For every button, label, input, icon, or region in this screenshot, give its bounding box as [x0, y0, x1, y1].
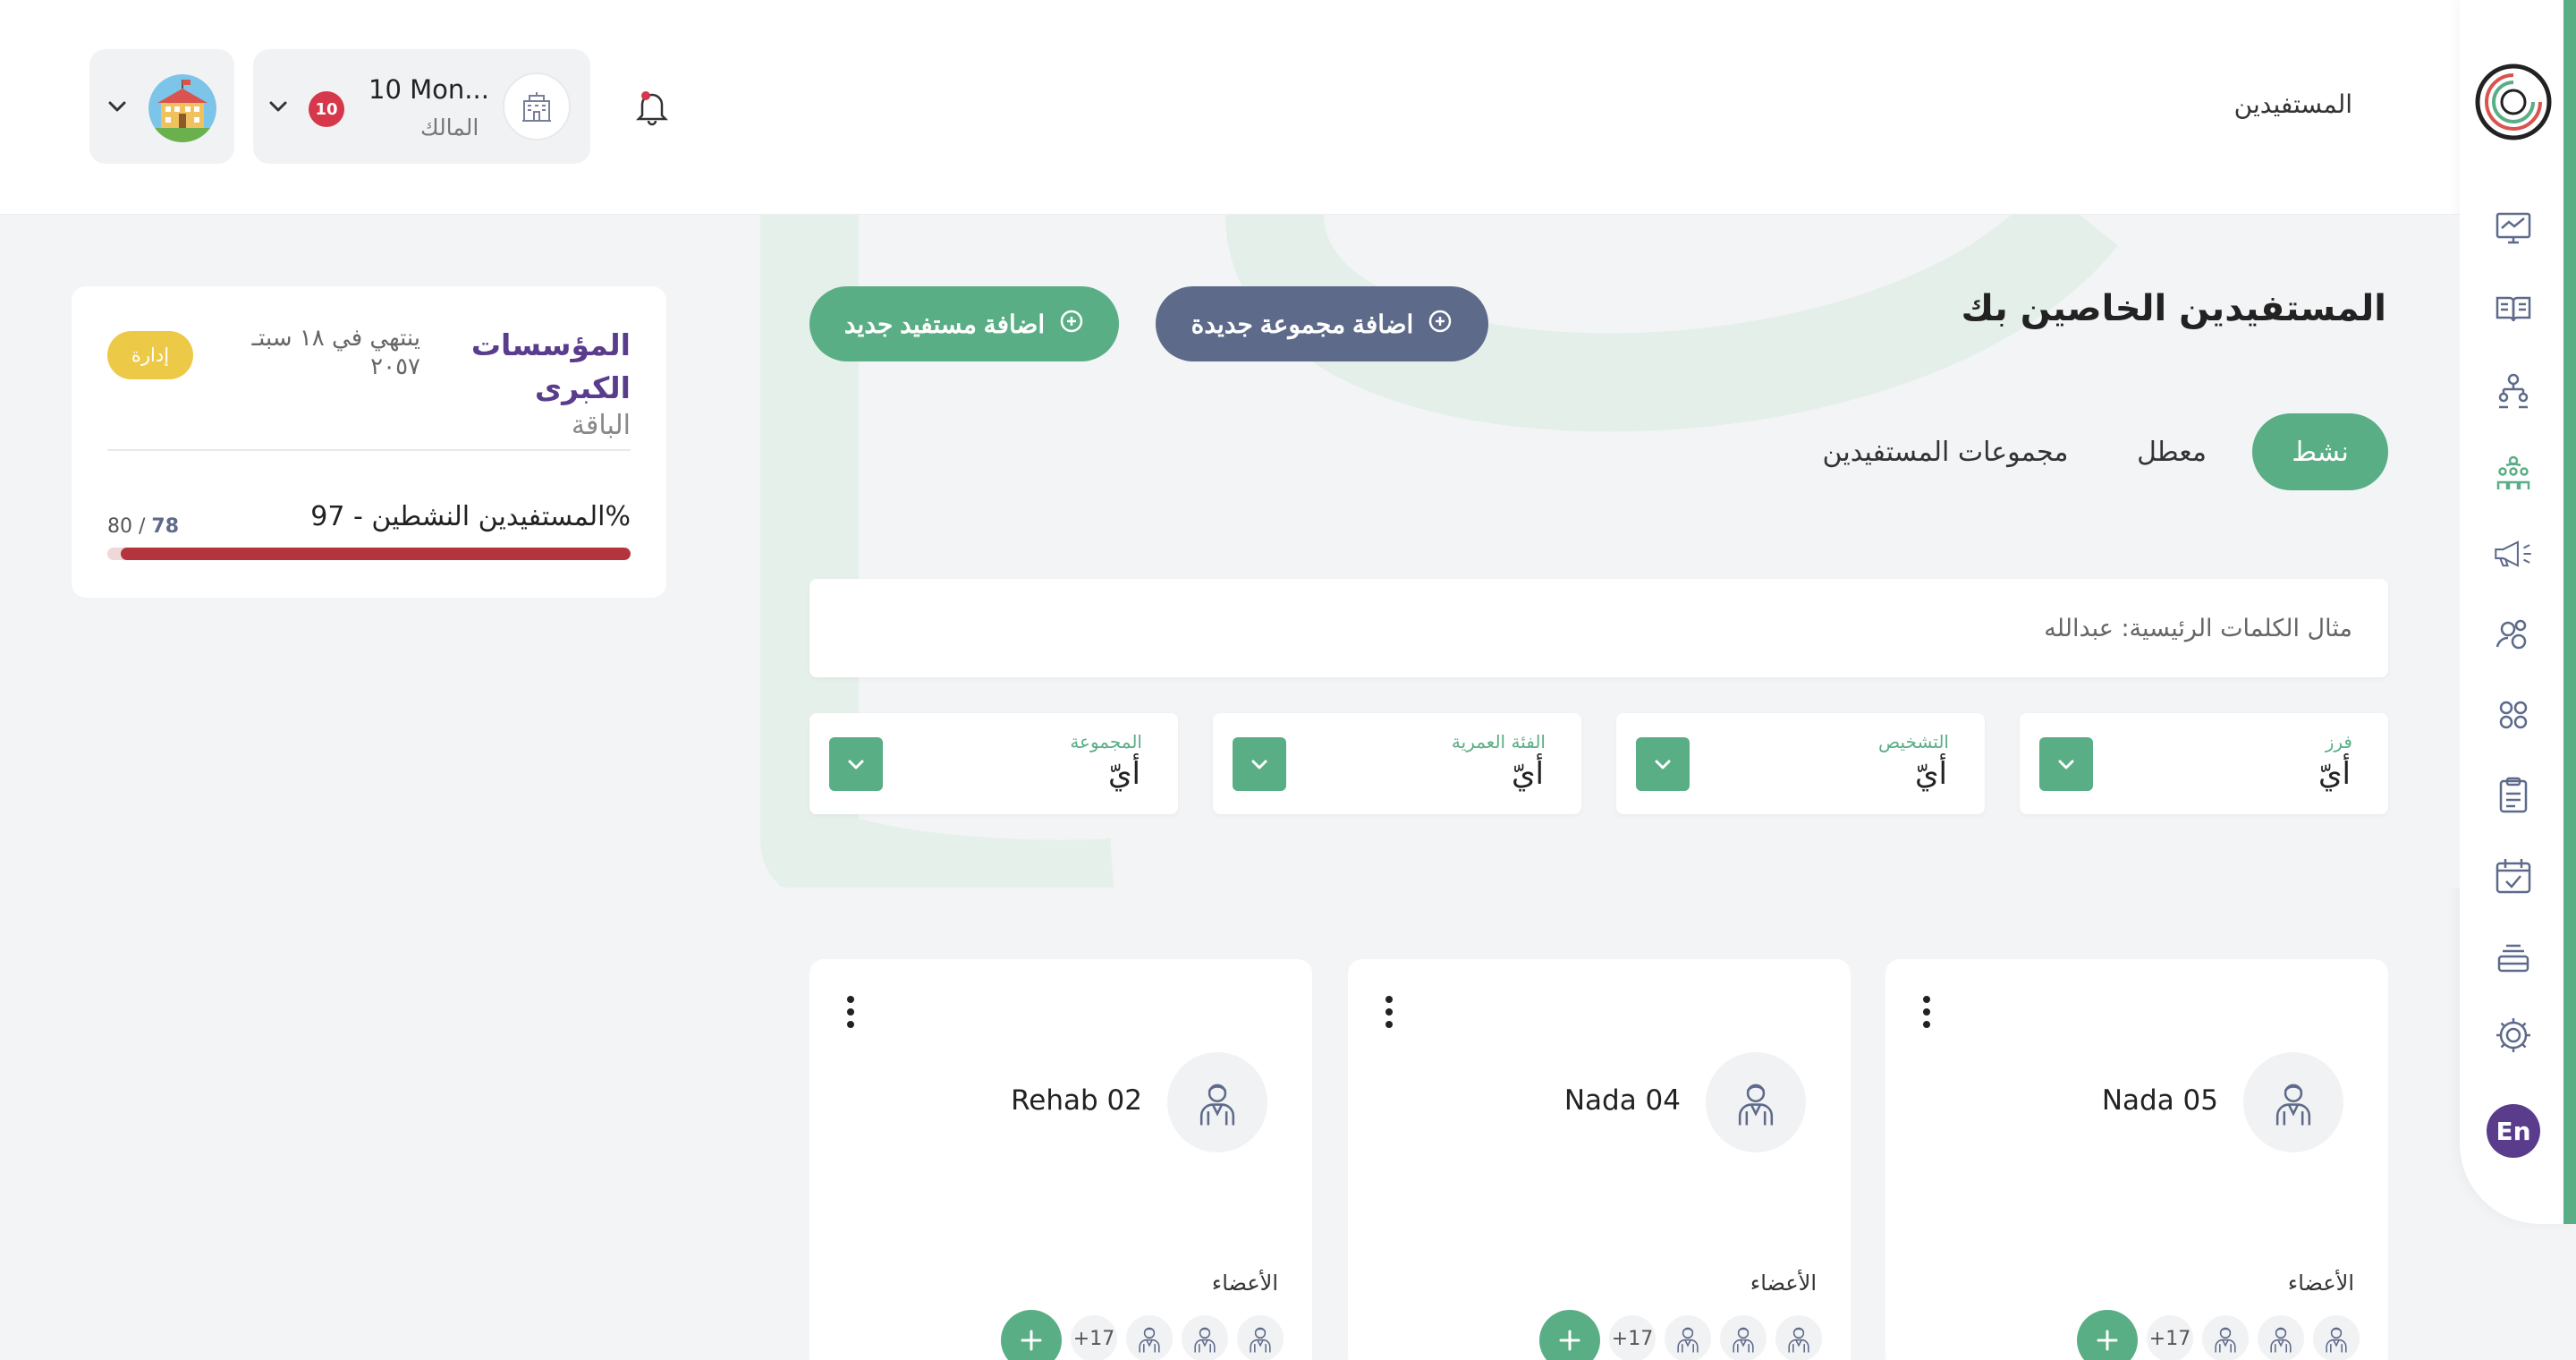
- plan-label: الباقة: [571, 410, 631, 441]
- kebab-menu-icon[interactable]: [1378, 993, 1400, 1031]
- page-title: المستفيدين الخاصين بك: [1961, 288, 2387, 329]
- beneficiaries-icon[interactable]: [2493, 453, 2534, 494]
- manage-plan-button[interactable]: إدارة: [107, 331, 193, 379]
- member-avatar[interactable]: [1663, 1313, 1713, 1360]
- add-member-button[interactable]: [1001, 1310, 1062, 1360]
- tab-beneficiary-groups[interactable]: مجموعات المستفيدين: [1807, 413, 2084, 490]
- filter-value: أيّ: [1107, 756, 1140, 792]
- kebab-menu-icon[interactable]: [1916, 993, 1937, 1031]
- active-total: 80: [107, 515, 132, 538]
- add-member-button[interactable]: [2077, 1310, 2138, 1360]
- members-label: الأعضاء: [1750, 1271, 1817, 1296]
- chevron-down-icon[interactable]: [2039, 737, 2093, 791]
- user-role: المالك: [420, 115, 479, 140]
- school-avatar: [148, 74, 216, 142]
- filter-value: أيّ: [1914, 756, 1947, 792]
- plan-card: المؤسسات الكبرى الباقة ينتهي في ١٨ سبتـ …: [72, 286, 666, 598]
- members-label: الأعضاء: [2287, 1271, 2354, 1296]
- chevron-down-icon[interactable]: [1233, 737, 1286, 791]
- settings-icon[interactable]: [2493, 1015, 2534, 1056]
- active-progress-bar: [107, 548, 631, 560]
- calendar-check-icon[interactable]: [2493, 855, 2534, 897]
- add-group-button[interactable]: اضافة مجموعة جديدة: [1156, 286, 1488, 361]
- users-icon[interactable]: [2493, 614, 2534, 655]
- count-separator: /: [132, 515, 152, 538]
- sidebar-accent: [2563, 0, 2576, 1224]
- group-card[interactable]: Nada 05 الأعضاء +17: [1885, 959, 2388, 1360]
- page-name: المستفيدين: [2233, 89, 2352, 119]
- filter-value: أيّ: [1511, 756, 1544, 792]
- chevron-down-icon[interactable]: [265, 93, 292, 120]
- more-members-count[interactable]: +17: [1607, 1313, 1657, 1360]
- members-label: الأعضاء: [1211, 1271, 1278, 1296]
- active-progress-fill: [120, 548, 631, 560]
- age-group-filter[interactable]: الفئة العمرية أيّ: [1213, 713, 1581, 814]
- notification-count-badge: 10: [309, 91, 344, 127]
- group-name: Nada 04: [1563, 1084, 1681, 1117]
- plan-name: المؤسسات الكبرى: [470, 327, 631, 405]
- member-avatar[interactable]: [1235, 1313, 1285, 1360]
- group-avatar: [1706, 1052, 1806, 1152]
- member-avatar[interactable]: [1180, 1313, 1230, 1360]
- groups-icon[interactable]: [2493, 694, 2534, 735]
- bell-icon[interactable]: [635, 87, 669, 126]
- group-card[interactable]: Nada 04 الأعضاء +17: [1348, 959, 1851, 1360]
- member-avatar[interactable]: [2311, 1313, 2361, 1360]
- member-avatar[interactable]: [1718, 1313, 1768, 1360]
- more-members-count[interactable]: +17: [2145, 1313, 2195, 1360]
- user-name: 10 Mon...: [369, 74, 489, 105]
- member-avatar[interactable]: [2200, 1313, 2250, 1360]
- group-filter[interactable]: المجموعة أيّ: [809, 713, 1178, 814]
- search-box: [809, 579, 2388, 677]
- hierarchy-icon[interactable]: [2493, 370, 2534, 412]
- sort-filter[interactable]: فرز أيّ: [2020, 713, 2388, 814]
- megaphone-icon[interactable]: [2493, 533, 2534, 574]
- chevron-down-icon[interactable]: [104, 93, 131, 120]
- kebab-menu-icon[interactable]: [840, 993, 861, 1031]
- chevron-down-icon[interactable]: [1636, 737, 1690, 791]
- member-avatar[interactable]: [1774, 1313, 1824, 1360]
- chevron-down-icon[interactable]: [829, 737, 883, 791]
- language-toggle-button[interactable]: En: [2487, 1104, 2540, 1158]
- search-input[interactable]: [836, 579, 2352, 677]
- member-avatar[interactable]: [2256, 1313, 2306, 1360]
- stack-icon[interactable]: [2493, 936, 2534, 977]
- book-icon[interactable]: [2493, 288, 2534, 329]
- active-current: 78: [151, 515, 180, 538]
- filter-label: فرز: [2325, 731, 2352, 752]
- active-beneficiaries-count: 80 / 78: [107, 515, 179, 538]
- tab-active[interactable]: نشط: [2252, 413, 2388, 490]
- more-members-count[interactable]: +17: [1069, 1313, 1119, 1360]
- filter-label: التشخيص: [1878, 731, 1949, 752]
- add-member-button[interactable]: [1539, 1310, 1600, 1360]
- group-avatar: [2243, 1052, 2343, 1152]
- add-beneficiary-button[interactable]: اضافة مستفيد جديد: [809, 286, 1119, 361]
- group-name: Rehab 02: [1011, 1084, 1142, 1117]
- member-avatar[interactable]: [1124, 1313, 1174, 1360]
- group-avatar: [1167, 1052, 1267, 1152]
- dashboard-icon[interactable]: [2493, 208, 2534, 249]
- logo-icon[interactable]: [2474, 63, 2553, 141]
- active-beneficiaries-label: المستفيدين النشطين - 97%: [310, 501, 631, 532]
- group-name: Nada 05: [2101, 1084, 2218, 1117]
- filter-value: أيّ: [2318, 756, 2351, 792]
- plus-circle-icon: [1059, 309, 1084, 340]
- plus-circle-icon: [1428, 309, 1453, 340]
- filter-label: المجموعة: [1070, 731, 1142, 752]
- tab-disabled[interactable]: معطل: [2118, 413, 2225, 490]
- building-icon: [503, 72, 571, 140]
- plan-expiry: ينتهي في ١٨ سبتـ ٢٠٥٧: [251, 325, 420, 380]
- group-card[interactable]: Rehab 02 الأعضاء +17: [809, 959, 1312, 1360]
- add-group-label: اضافة مجموعة جديدة: [1191, 310, 1414, 338]
- divider: [107, 449, 631, 451]
- filter-label: الفئة العمرية: [1451, 731, 1546, 752]
- diagnosis-filter[interactable]: التشخيص أيّ: [1616, 713, 1985, 814]
- clipboard-icon[interactable]: [2493, 775, 2534, 816]
- add-beneficiary-label: اضافة مستفيد جديد: [843, 310, 1046, 338]
